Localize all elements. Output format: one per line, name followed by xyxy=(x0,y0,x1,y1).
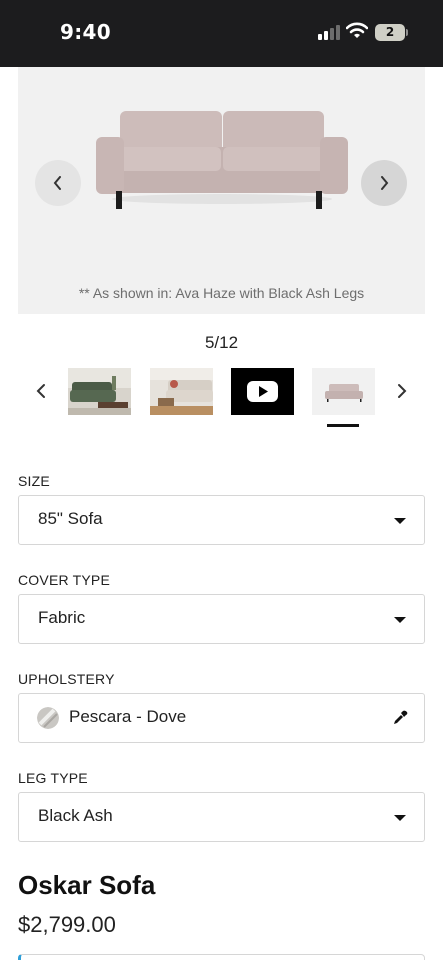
upholstery-picker[interactable]: Pescara - Dove xyxy=(18,693,425,743)
status-time: 9:40 xyxy=(60,20,111,44)
status-bar: 9:40 2 xyxy=(0,0,443,67)
video-thumbnail[interactable] xyxy=(231,368,294,415)
thumbnails-next-button[interactable] xyxy=(395,380,409,402)
selected-thumbnail-indicator xyxy=(327,424,359,427)
size-select[interactable]: 85" Sofa xyxy=(18,495,425,545)
wifi-icon xyxy=(346,22,368,38)
leg-type-select[interactable]: Black Ash xyxy=(18,792,425,842)
green-sofa-room-thumbnail[interactable] xyxy=(68,368,131,415)
sofa-product-image xyxy=(96,111,348,209)
battery-icon: 2 xyxy=(375,24,405,41)
chevron-right-icon xyxy=(398,384,407,398)
cover-type-label: COVER TYPE xyxy=(18,572,110,588)
caret-down-icon xyxy=(394,815,406,821)
beige-sofa-room-thumbnail[interactable] xyxy=(150,368,213,415)
battery-level: 2 xyxy=(385,25,395,39)
thumbnails-prev-button[interactable] xyxy=(34,380,48,402)
next-image-button[interactable] xyxy=(361,160,407,206)
size-label: SIZE xyxy=(18,473,50,489)
pink-sofa-thumbnail[interactable] xyxy=(312,368,375,415)
pink-sofa-image xyxy=(312,368,375,415)
image-counter: 5/12 xyxy=(204,333,239,352)
chevron-right-icon xyxy=(381,176,389,190)
product-price: $2,799.00 xyxy=(18,912,116,937)
upholstery-value: Pescara - Dove xyxy=(69,707,187,726)
leg-type-value: Black Ash xyxy=(38,806,113,825)
cover-type-value: Fabric xyxy=(38,608,86,627)
green-sofa-image xyxy=(68,368,131,415)
fabric-swatch xyxy=(37,707,59,729)
play-icon xyxy=(247,381,278,402)
eyedropper-icon xyxy=(394,710,408,724)
upholstery-label: UPHOLSTERY xyxy=(18,671,115,687)
product-title: Oskar Sofa xyxy=(18,870,156,900)
caret-down-icon xyxy=(394,518,406,524)
chevron-left-icon xyxy=(36,384,45,398)
image-caption: ** As shown in: Ava Haze with Black Ash … xyxy=(78,285,365,301)
next-section-edge xyxy=(18,954,425,960)
leg-type-label: LEG TYPE xyxy=(18,770,88,786)
battery-tip xyxy=(406,29,408,36)
signal-icon xyxy=(318,24,340,40)
cover-type-select[interactable]: Fabric xyxy=(18,594,425,644)
product-image-carousel[interactable]: ** As shown in: Ava Haze with Black Ash … xyxy=(18,67,425,314)
previous-image-button[interactable] xyxy=(35,160,81,206)
chevron-left-icon xyxy=(53,176,61,190)
caret-down-icon xyxy=(394,617,406,623)
size-value: 85" Sofa xyxy=(38,509,103,528)
beige-sofa-image xyxy=(150,368,213,415)
